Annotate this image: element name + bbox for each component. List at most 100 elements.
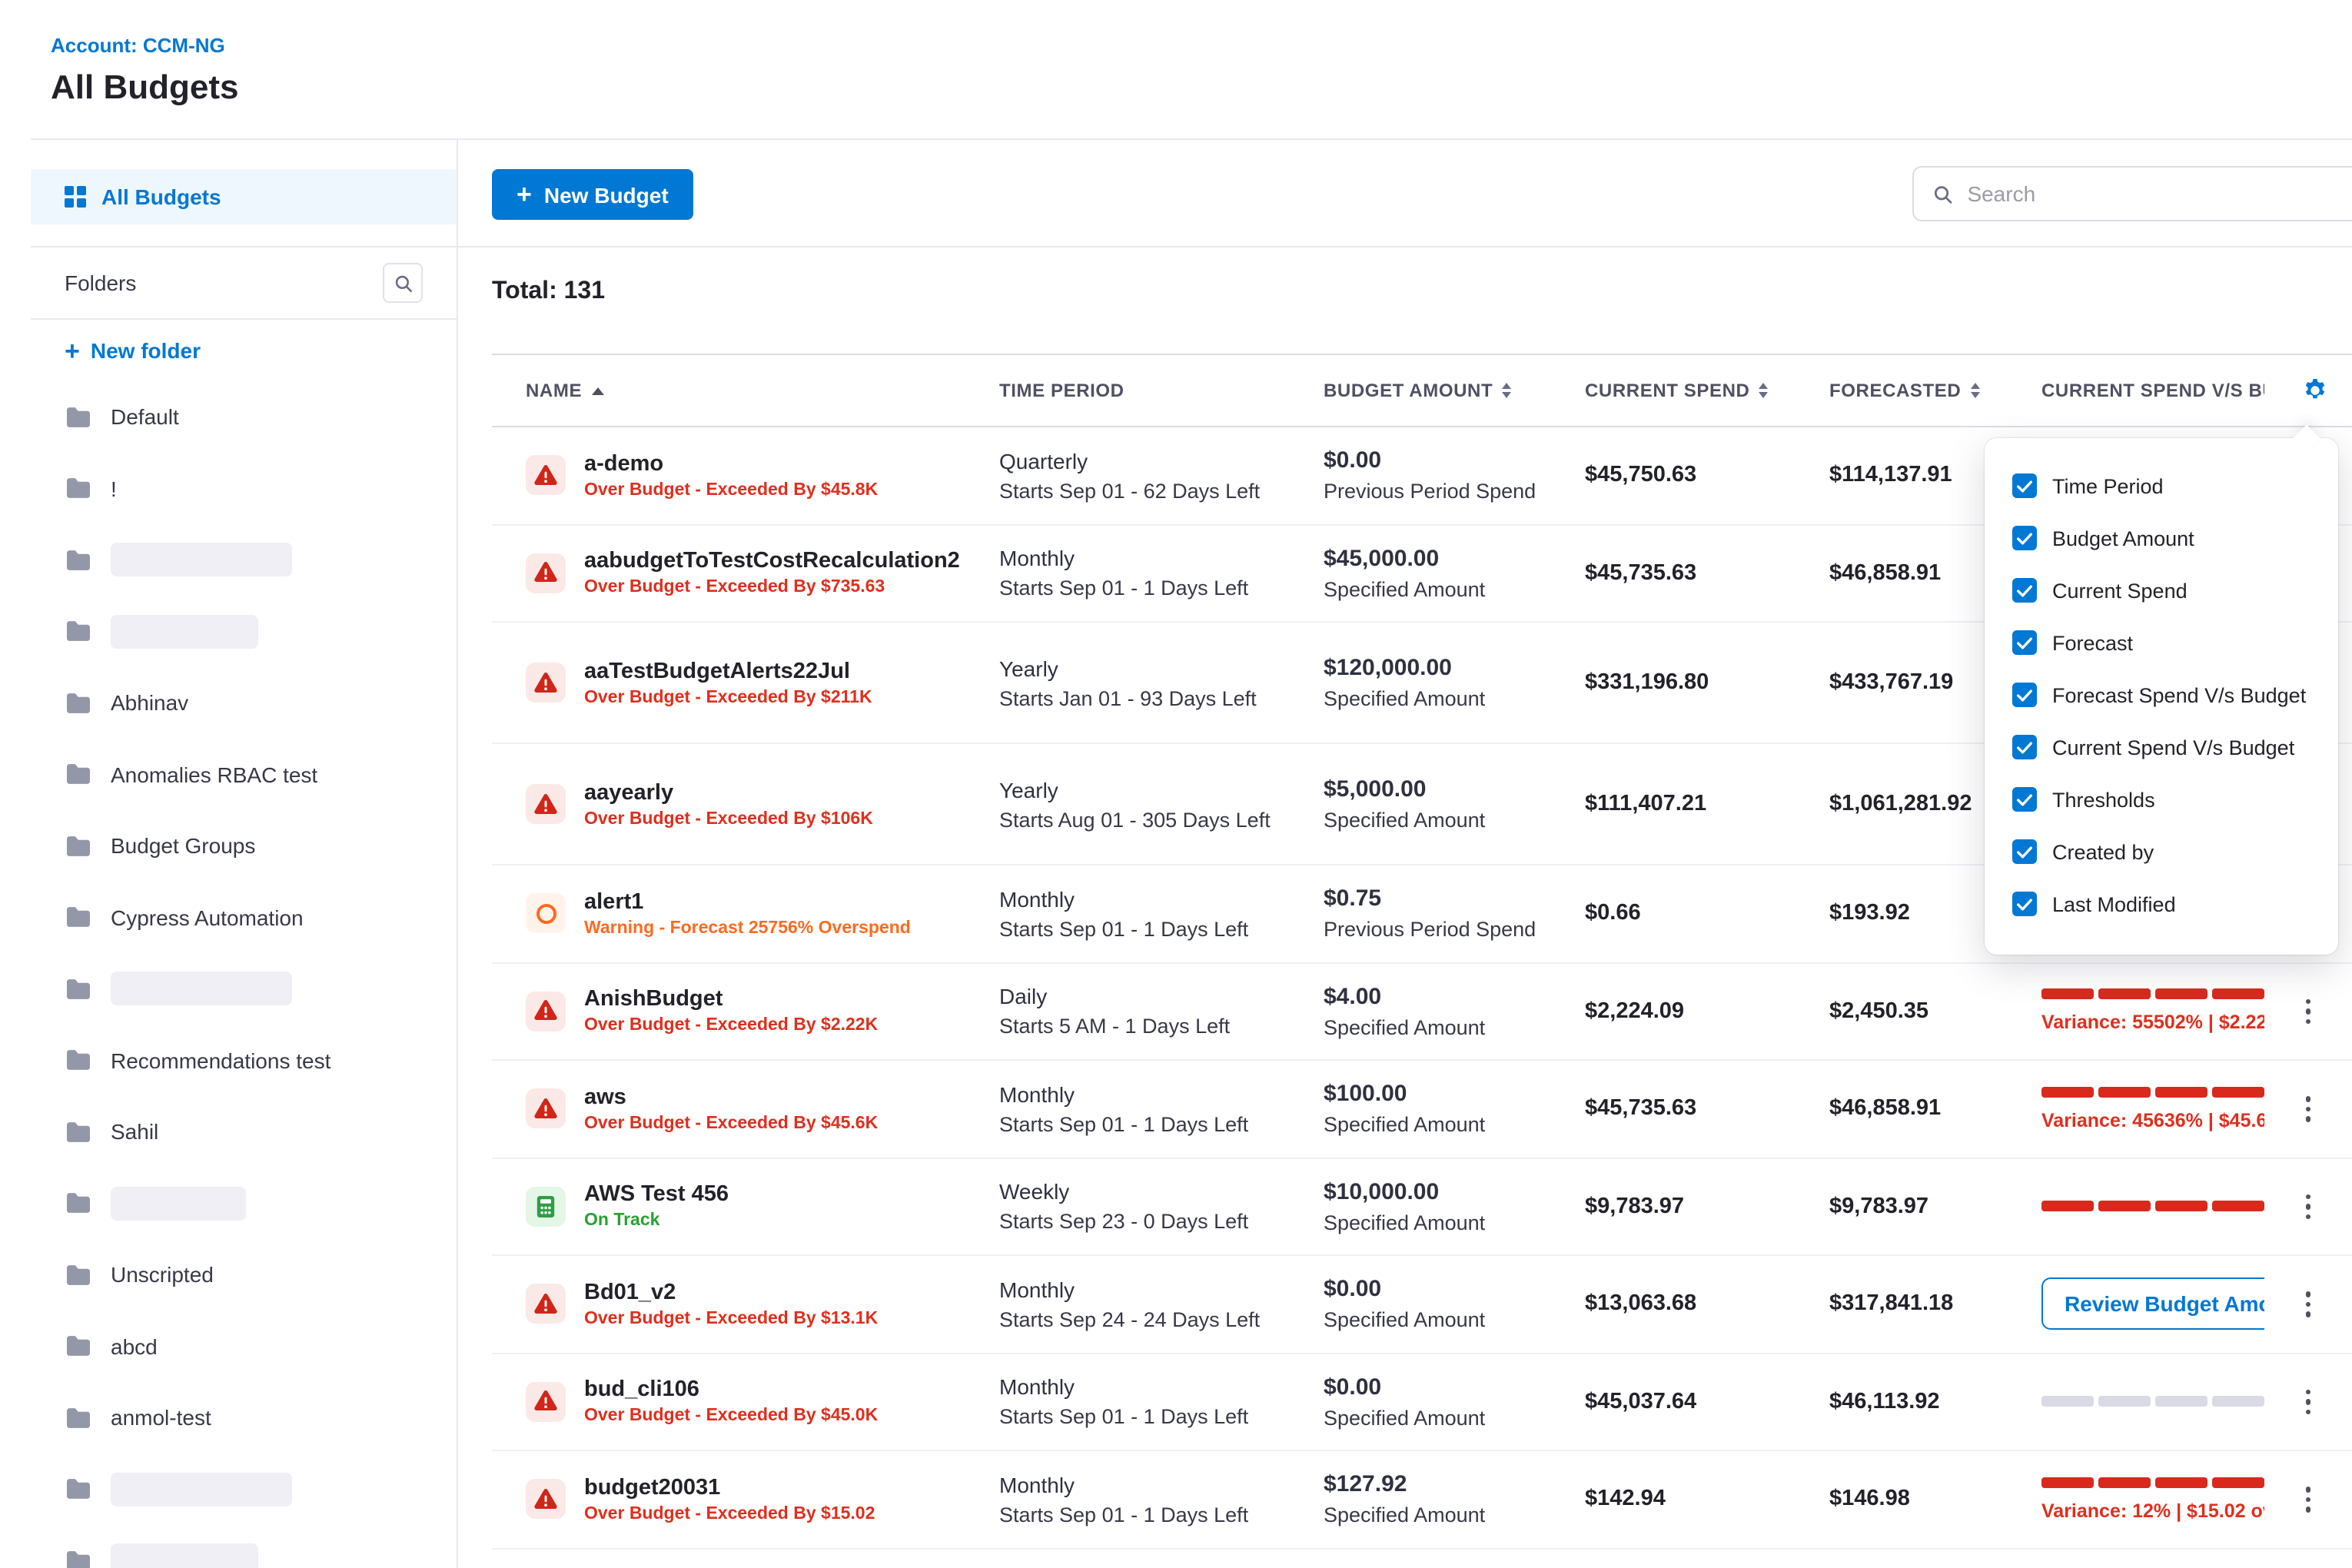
- over-budget-alert-icon: [526, 1284, 566, 1324]
- row-menu-button[interactable]: [2300, 992, 2317, 1030]
- folder-item-label: !: [111, 477, 117, 501]
- time-period: Monthly: [999, 546, 1293, 571]
- folder-item-anmol-test[interactable]: anmol-test: [31, 1382, 457, 1453]
- row-menu-button[interactable]: [2300, 1383, 2317, 1420]
- checkbox-checked-icon: [2012, 787, 2037, 812]
- folder-item-abhinav[interactable]: Abhinav: [31, 667, 457, 739]
- current-spend-value: $9,783.97: [1554, 1194, 1799, 1219]
- column-header-name[interactable]: NAME: [492, 380, 968, 401]
- time-period-detail: Starts Sep 23 - 0 Days Left: [999, 1211, 1293, 1234]
- folder-item-default[interactable]: Default: [31, 381, 457, 453]
- search-box: [1912, 166, 2352, 221]
- folder-item-[interactable]: !: [31, 453, 457, 524]
- folder-item-budget-groups[interactable]: Budget Groups: [31, 810, 457, 882]
- spend-vs-budget-cell: Variance: 55502% | $2.22K over: [2011, 989, 2264, 1034]
- column-toggle-label: Time Period: [2052, 474, 2164, 497]
- current-spend-value: $2,224.09: [1554, 999, 1799, 1024]
- column-toggle-current-spend-v-s-budget[interactable]: Current Spend V/s Budget: [1985, 721, 2338, 773]
- current-spend-value: $13,063.68: [1554, 1292, 1799, 1317]
- folder-icon: [65, 692, 92, 715]
- budget-row-budget20031[interactable]: budget20031Over Budget - Exceeded By $15…: [492, 1451, 2352, 1549]
- over-budget-alert-icon: [526, 784, 566, 824]
- time-period: Yearly: [999, 656, 1293, 680]
- folder-item-recommendations-test[interactable]: Recommendations test: [31, 1025, 457, 1096]
- folder-item-placeholder[interactable]: [31, 1525, 457, 1568]
- budget-name: aayearly: [584, 780, 873, 805]
- folder-item-label: Budget Groups: [111, 834, 255, 859]
- budget-row-aws[interactable]: awsOver Budget - Exceeded By $45.6KMonth…: [492, 1061, 2352, 1158]
- column-header-time-period[interactable]: TIME PERIOD: [968, 380, 1293, 401]
- current-spend-value: $0.66: [1554, 902, 1799, 926]
- column-toggle-last-modified[interactable]: Last Modified: [1985, 878, 2338, 930]
- budget-name: a-demo: [584, 452, 878, 477]
- folder-item-placeholder[interactable]: [31, 953, 457, 1025]
- row-menu-button[interactable]: [2300, 1285, 2317, 1323]
- column-toggle-budget-amount[interactable]: Budget Amount: [1985, 512, 2338, 564]
- folder-item-placeholder[interactable]: [31, 1168, 457, 1239]
- row-menu-button[interactable]: [2300, 1480, 2317, 1518]
- folder-item-label: Sahil: [111, 1120, 158, 1144]
- folder-item-cypress-automation[interactable]: Cypress Automation: [31, 882, 457, 953]
- column-settings-gear-button[interactable]: [2301, 377, 2329, 404]
- budget-amount-note: Specified Amount: [1324, 1211, 1554, 1234]
- variance-label: Variance: 12% | $15.02 over: [2041, 1500, 2264, 1522]
- sidebar-item-all-budgets[interactable]: All Budgets: [31, 169, 457, 224]
- folder-item-sahil[interactable]: Sahil: [31, 1096, 457, 1168]
- over-budget-alert-icon: [526, 1089, 566, 1129]
- column-toggle-forecast-spend-v-s-budget[interactable]: Forecast Spend V/s Budget: [1985, 669, 2338, 721]
- row-menu-button[interactable]: [2300, 1090, 2317, 1128]
- folders-label: Folders: [65, 271, 136, 295]
- budget-name: aabudgetToTestCostRecalculation2: [584, 550, 960, 574]
- budget-amount: $5,000.00: [1324, 776, 1554, 802]
- search-input[interactable]: [1967, 181, 2341, 206]
- column-toggle-current-spend[interactable]: Current Spend: [1985, 564, 2338, 616]
- budget-amount: $100.00: [1324, 1081, 1554, 1108]
- folder-icon: [65, 1478, 92, 1501]
- folder-item-unscripted[interactable]: Unscripted: [31, 1239, 457, 1311]
- new-folder-button[interactable]: + New folder: [31, 320, 457, 381]
- folder-search-button[interactable]: [383, 263, 423, 303]
- folder-icon: [65, 1550, 92, 1568]
- budget-amount: $45,000.00: [1324, 546, 1554, 572]
- budget-name: bud_cli106: [584, 1378, 878, 1403]
- new-budget-button[interactable]: + New Budget: [492, 169, 693, 220]
- folder-item-placeholder[interactable]: [31, 524, 457, 596]
- spend-vs-budget-cell: Review Budget Amount: [2011, 1278, 2264, 1330]
- search-icon: [393, 273, 413, 293]
- budget-status: Over Budget - Exceeded By $45.0K: [584, 1407, 878, 1426]
- budget-row-bd01-v2[interactable]: Bd01_v2Over Budget - Exceeded By $13.1KM…: [492, 1256, 2352, 1354]
- checkbox-checked-icon: [2012, 892, 2037, 916]
- review-budget-amount-button[interactable]: Review Budget Amount: [2041, 1278, 2264, 1330]
- budget-amount: $4.00: [1324, 984, 1554, 1010]
- column-header-current-spend-v-s-budget[interactable]: CURRENT SPEND V/S BUDGET: [2011, 380, 2264, 401]
- budget-row-anishbudget[interactable]: AnishBudgetOver Budget - Exceeded By $2.…: [492, 963, 2352, 1061]
- budget-amount: $127.92: [1324, 1472, 1554, 1498]
- folder-item-abcd[interactable]: abcd: [31, 1311, 457, 1382]
- folder-item-anomalies-rbac-test[interactable]: Anomalies RBAC test: [31, 739, 457, 810]
- column-header-current-spend[interactable]: CURRENT SPEND: [1554, 380, 1799, 401]
- column-toggle-created-by[interactable]: Created by: [1985, 826, 2338, 878]
- time-period: Monthly: [999, 1277, 1293, 1302]
- column-toggle-label: Budget Amount: [2052, 527, 2194, 550]
- budget-amount-note: Specified Amount: [1324, 1504, 1554, 1527]
- sort-toggle-icon: [1502, 383, 1511, 398]
- column-toggle-forecast[interactable]: Forecast: [1985, 616, 2338, 669]
- account-breadcrumb[interactable]: Account: CCM-NG: [51, 34, 238, 57]
- time-period: Monthly: [999, 1082, 1293, 1107]
- column-header-budget-amount[interactable]: BUDGET AMOUNT: [1293, 380, 1554, 401]
- checkbox-checked-icon: [2012, 526, 2037, 550]
- column-header-forecasted[interactable]: FORECASTED: [1799, 380, 2011, 401]
- time-period: Yearly: [999, 777, 1293, 802]
- budget-row-bud-cli106[interactable]: bud_cli106 Over Budget - Exceeded By $45.…: [492, 1354, 2352, 1451]
- column-toggle-thresholds[interactable]: Thresholds: [1985, 773, 2338, 826]
- column-toggle-time-period[interactable]: Time Period: [1985, 460, 2338, 512]
- budget-amount-note: Previous Period Spend: [1324, 480, 1554, 503]
- row-menu-button[interactable]: [2300, 1188, 2317, 1225]
- on-track-calculator-icon: [526, 1187, 566, 1227]
- sidebar: All Budgets Folders + New folder Default…: [31, 140, 457, 1568]
- folder-item-placeholder[interactable]: [31, 1453, 457, 1525]
- forecasted-value: $114,137.91: [1799, 463, 2011, 488]
- folder-item-placeholder[interactable]: [31, 596, 457, 667]
- budget-row-aws-test-456[interactable]: AWS Test 456On TrackWeeklyStarts Sep 23 …: [492, 1158, 2352, 1256]
- column-toggle-label: Forecast: [2052, 631, 2133, 654]
